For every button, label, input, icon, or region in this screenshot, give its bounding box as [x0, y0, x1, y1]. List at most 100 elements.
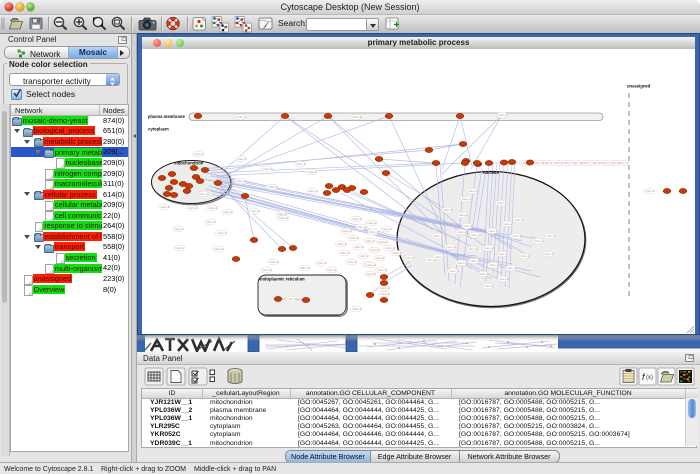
svg-text:Gkm-2: Gkm-2: [359, 254, 368, 258]
svg-text:Gkm-2: Gkm-2: [488, 229, 497, 233]
svg-text:Gkm-2: Gkm-2: [375, 256, 384, 260]
svg-text:Gkm-2: Gkm-2: [342, 229, 351, 233]
svg-text:Gkm-2: Gkm-2: [497, 201, 506, 205]
svg-text:Gkm-2: Gkm-2: [174, 227, 183, 231]
svg-text:Gkm-2: Gkm-2: [534, 161, 543, 165]
svg-text:Gkm-2: Gkm-2: [470, 259, 479, 263]
svg-text:Gkm-2: Gkm-2: [268, 185, 277, 189]
svg-text:Gkm-2: Gkm-2: [206, 220, 215, 224]
svg-text:Gkm-2: Gkm-2: [349, 236, 358, 240]
svg-text:Gkm-2: Gkm-2: [237, 115, 246, 119]
svg-text:Gkm-2: Gkm-2: [296, 162, 305, 166]
svg-text:Gkm-2: Gkm-2: [367, 221, 376, 225]
svg-text:Gkm-2: Gkm-2: [352, 115, 361, 119]
svg-text:Search:: Search:: [278, 18, 307, 28]
svg-text:Gkm-2: Gkm-2: [645, 189, 654, 193]
svg-text:Gkm-2: Gkm-2: [489, 263, 498, 267]
svg-text:Gkm-2: Gkm-2: [223, 210, 232, 214]
svg-text:Gkm-2: Gkm-2: [385, 246, 394, 250]
svg-text:Gkm-2: Gkm-2: [317, 261, 326, 265]
svg-text:Gkm-2: Gkm-2: [308, 189, 317, 193]
svg-text:Gkm-2: Gkm-2: [377, 268, 386, 272]
svg-text:Gkm-2: Gkm-2: [443, 208, 452, 212]
svg-text:Gkm-2: Gkm-2: [514, 218, 523, 222]
svg-text:Gkm-2: Gkm-2: [479, 272, 488, 276]
svg-text:Gkm-2: Gkm-2: [546, 234, 555, 238]
svg-text:Gkm-2: Gkm-2: [534, 239, 543, 243]
svg-text:mitochondrion: mitochondrion: [174, 161, 204, 166]
svg-text:Gkm-2: Gkm-2: [279, 216, 288, 220]
svg-text:Gkm-2: Gkm-2: [352, 307, 361, 311]
svg-text:Gkm-2: Gkm-2: [380, 292, 389, 296]
svg-text:Gkm-2: Gkm-2: [357, 225, 366, 229]
svg-text:Gkm-2: Gkm-2: [369, 230, 378, 234]
svg-text:Gkm-2: Gkm-2: [572, 161, 581, 165]
svg-text:Gkm-2: Gkm-2: [457, 230, 466, 234]
svg-text:Gkm-2: Gkm-2: [307, 170, 316, 174]
svg-text:nucleus: nucleus: [483, 170, 499, 175]
svg-text:Gkm-2: Gkm-2: [262, 268, 271, 272]
svg-text:Gkm-2: Gkm-2: [433, 234, 442, 238]
svg-text:Gkm-2: Gkm-2: [160, 205, 169, 209]
svg-text:Gkm-2: Gkm-2: [435, 255, 444, 259]
svg-text:Gkm-2: Gkm-2: [382, 227, 391, 231]
svg-text:Gkm-2: Gkm-2: [591, 161, 600, 165]
svg-text:Gkm-2: Gkm-2: [380, 286, 389, 290]
svg-text:Gkm-2: Gkm-2: [337, 242, 346, 246]
svg-text:Gkm-2: Gkm-2: [354, 245, 363, 249]
svg-text:Gkm-2: Gkm-2: [250, 209, 259, 213]
svg-text:Gkm-2: Gkm-2: [446, 245, 455, 249]
svg-text:Gkm-2: Gkm-2: [610, 161, 619, 165]
svg-text:Gkm-2: Gkm-2: [426, 258, 435, 262]
svg-text:Gkm-2: Gkm-2: [457, 261, 466, 265]
svg-text:Gkm-2: Gkm-2: [370, 248, 379, 252]
svg-text:Gkm-2: Gkm-2: [484, 246, 493, 250]
svg-text:Gkm-2: Gkm-2: [236, 179, 245, 183]
svg-text:Gkm-2: Gkm-2: [366, 272, 375, 276]
svg-text:Gkm-2: Gkm-2: [468, 189, 477, 193]
svg-text:Gkm-2: Gkm-2: [458, 213, 467, 217]
svg-text:Gkm-2: Gkm-2: [520, 254, 529, 258]
svg-text:Gkm-2: Gkm-2: [199, 192, 208, 196]
svg-text:Gkm-2: Gkm-2: [512, 234, 521, 238]
svg-text:Gkm-2: Gkm-2: [471, 233, 480, 237]
svg-text:Gkm-2: Gkm-2: [300, 266, 309, 270]
svg-text:Gkm-2: Gkm-2: [503, 222, 512, 226]
svg-text:Gkm-2: Gkm-2: [366, 263, 375, 267]
svg-text:Gkm-2: Gkm-2: [208, 206, 217, 210]
svg-text:Gkm-2: Gkm-2: [194, 152, 203, 156]
svg-text:Gkm-2: Gkm-2: [462, 197, 471, 201]
svg-text:cytoplasm: cytoplasm: [148, 127, 169, 132]
svg-text:Gkm-2: Gkm-2: [498, 113, 507, 117]
svg-text:(x): (x): [646, 375, 653, 381]
svg-text:Gkm-2: Gkm-2: [468, 247, 477, 251]
svg-text:Gkm-2: Gkm-2: [499, 277, 508, 281]
svg-text:Gkm-2: Gkm-2: [484, 284, 493, 288]
svg-text:Gkm-2: Gkm-2: [378, 240, 387, 244]
svg-text:Gkm-2: Gkm-2: [392, 251, 401, 255]
svg-text:Gkm-2: Gkm-2: [327, 268, 336, 272]
svg-text:Gkm-2: Gkm-2: [175, 246, 184, 250]
svg-text:Gkm-2: Gkm-2: [352, 217, 361, 221]
svg-text:Gkm-2: Gkm-2: [553, 161, 562, 165]
svg-text:Gkm-2: Gkm-2: [269, 260, 278, 264]
svg-text:Gkm-2: Gkm-2: [507, 266, 516, 270]
svg-text:Gkm-2: Gkm-2: [619, 161, 628, 165]
svg-text:Gkm-2: Gkm-2: [188, 206, 197, 210]
svg-text:Gkm-2: Gkm-2: [365, 239, 374, 243]
svg-text:Gkm-2: Gkm-2: [463, 224, 472, 228]
svg-text:Gkm-2: Gkm-2: [544, 252, 553, 256]
svg-text:Gkm-2: Gkm-2: [214, 247, 223, 251]
svg-text:Gkm-2: Gkm-2: [405, 256, 414, 260]
svg-text:unassigned: unassigned: [627, 84, 651, 89]
svg-text:endoplasmic reticulum: endoplasmic reticulum: [259, 277, 305, 282]
svg-text:Gkm-2: Gkm-2: [340, 251, 349, 255]
svg-text:Gkm-2: Gkm-2: [263, 167, 272, 171]
svg-text:Gkm-2: Gkm-2: [217, 231, 226, 235]
svg-text:Gkm-2: Gkm-2: [287, 297, 296, 301]
svg-text:Gkm-2: Gkm-2: [237, 157, 246, 161]
svg-text:Gkm-2: Gkm-2: [498, 252, 507, 256]
svg-text:Gkm-2: Gkm-2: [347, 260, 356, 264]
svg-text:Gkm-2: Gkm-2: [449, 269, 458, 273]
svg-text:plasma membrane: plasma membrane: [148, 114, 185, 119]
